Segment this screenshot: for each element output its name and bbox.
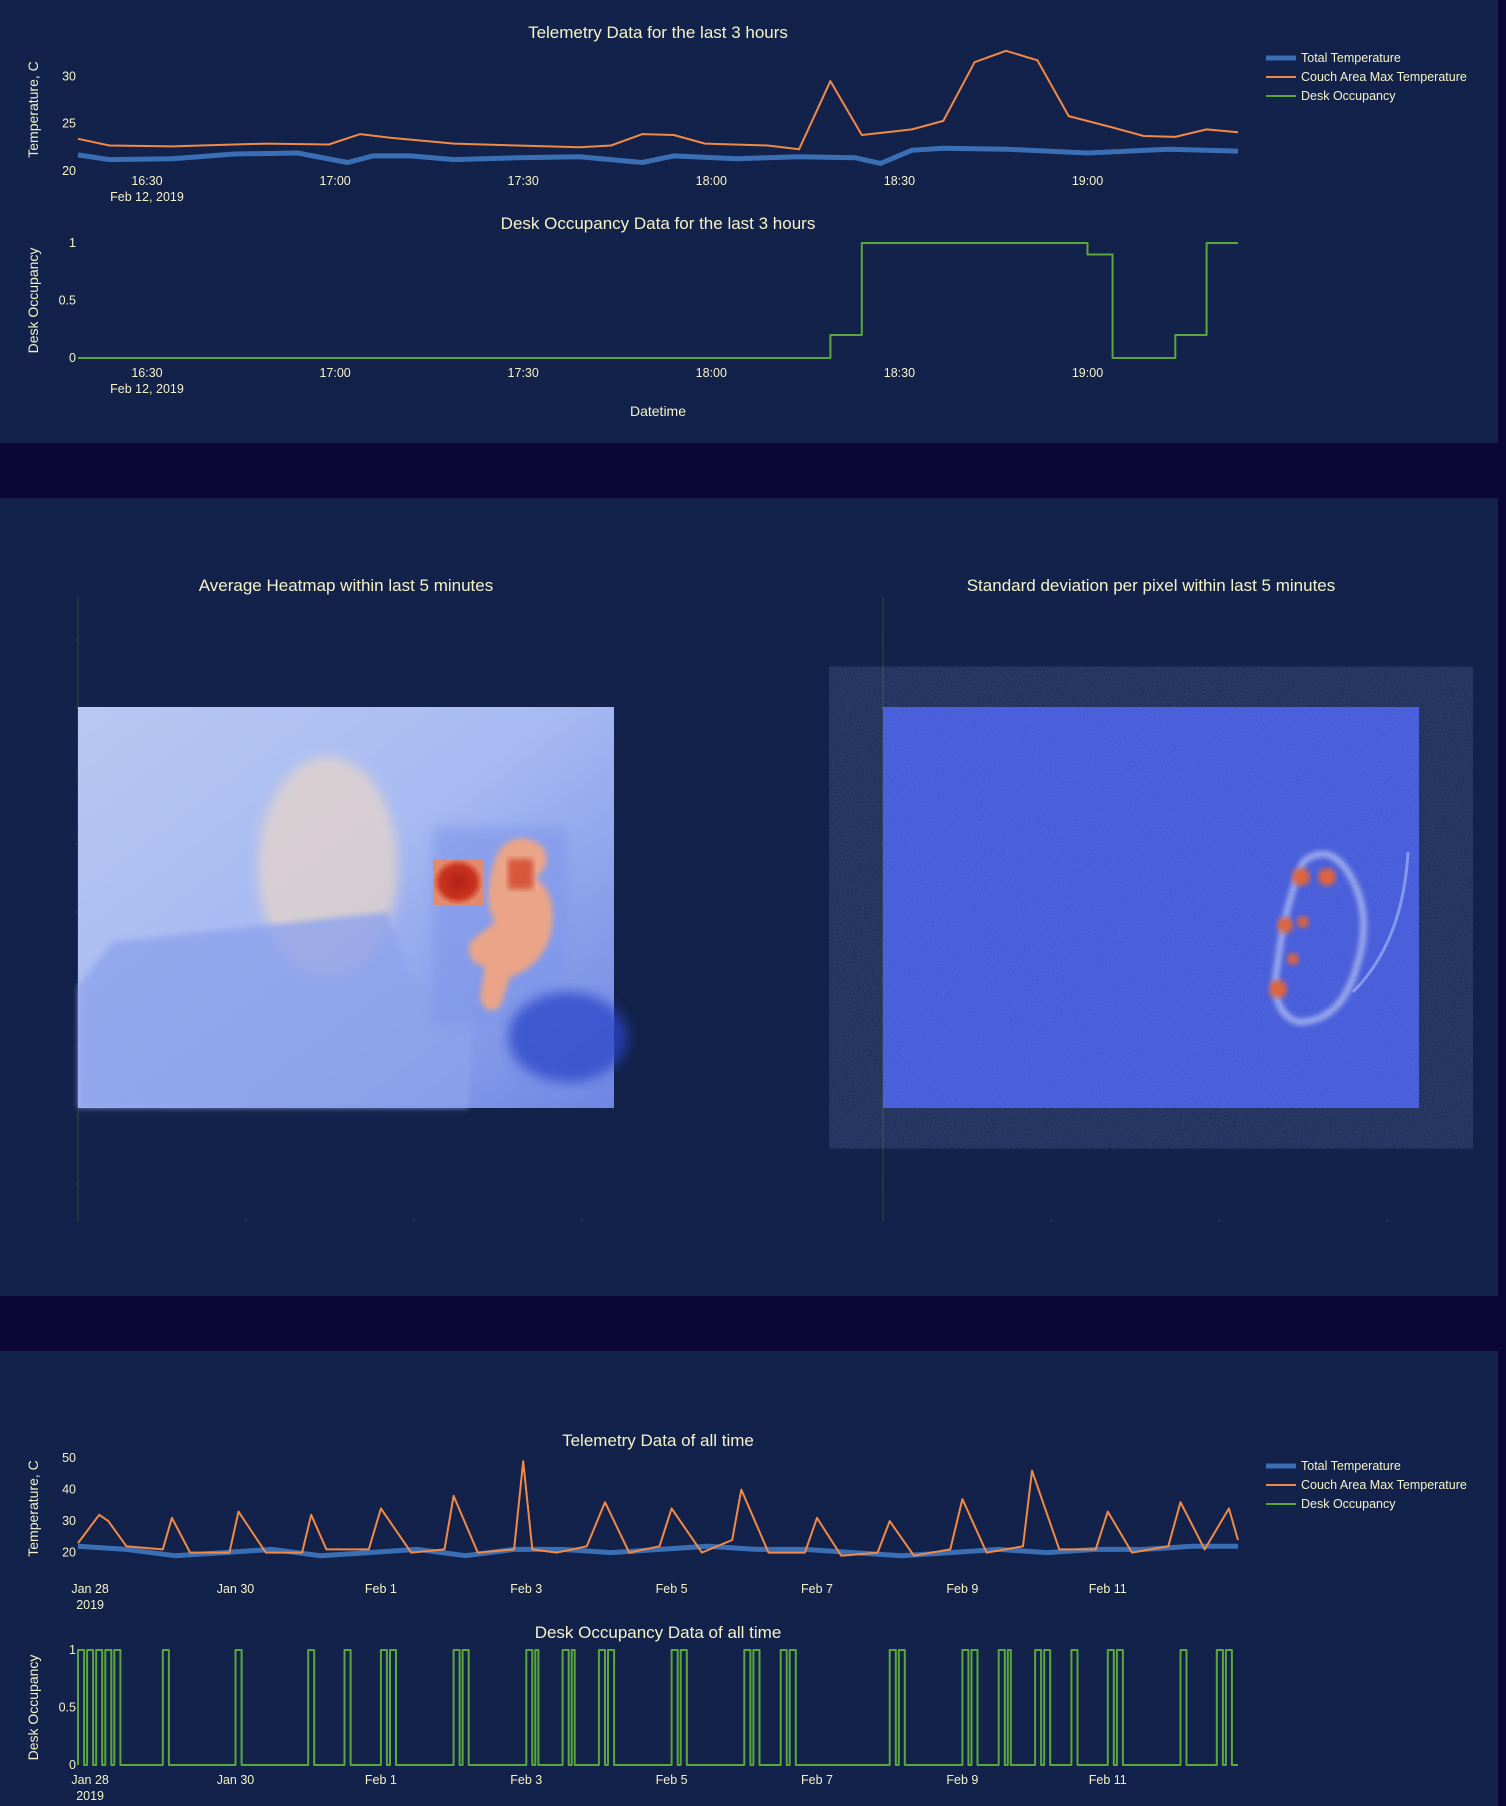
- y-tick-label: 50: [62, 1451, 76, 1465]
- x-tick-label: 16:30: [131, 174, 162, 188]
- x-tick-label: Feb 7: [801, 1773, 833, 1787]
- x-tick-label: Feb 5: [656, 1582, 688, 1596]
- y-tick-label: 1: [69, 236, 76, 250]
- x-tick-label: Feb 3: [510, 1582, 542, 1596]
- y-tick-label: 25: [62, 117, 76, 131]
- x-tick-label: 18:00: [696, 366, 727, 380]
- legend-item: Total Temperature: [1301, 51, 1401, 65]
- y-tick-label: 0: [69, 1758, 76, 1772]
- x-tick-label: Jan 28: [71, 1582, 109, 1596]
- legend-all-time: Total Temperature Couch Area Max Temperat…: [1266, 1459, 1467, 1511]
- heatmap-hot-monitor: [433, 859, 483, 905]
- y-tick-label: 1: [69, 1643, 76, 1657]
- chart-title: Average Heatmap within last 5 minutes: [199, 576, 494, 595]
- dashboard-canvas: Telemetry Data for the last 3 hours Tempe…: [25, 23, 1467, 1803]
- series-line-desk-occupancy: [78, 242, 1238, 359]
- series-line-total-temperature: [77, 1543, 1238, 1559]
- x-tick-sublabel: 2019: [76, 1598, 104, 1612]
- x-tick-label: Jan 30: [217, 1582, 255, 1596]
- heatmap-cold-corner: [508, 992, 628, 1082]
- x-tick-label: 16:30: [131, 366, 162, 380]
- x-axis-label: Datetime: [630, 403, 686, 419]
- chart-title: Desk Occupancy Data of all time: [535, 1623, 782, 1642]
- heatmap-hot-spot: [1318, 868, 1336, 886]
- avg_heatmap-chart: Average Heatmap within last 5 minutes: [76, 576, 628, 1222]
- x-tick-sublabel: Feb 12, 2019: [110, 382, 184, 396]
- x-tick-label: Feb 1: [365, 1773, 397, 1787]
- x-tick-label: Feb 11: [1089, 1773, 1127, 1787]
- x-tick-sublabel: 2019: [76, 1789, 104, 1803]
- telemetry_all-chart: Telemetry Data of all time Temperature, C…: [25, 1431, 1239, 1612]
- legend-item: Desk Occupancy: [1301, 1497, 1396, 1511]
- x-tick-label: Feb 7: [801, 1582, 833, 1596]
- telemetry_3h-chart: Telemetry Data for the last 3 hours Tempe…: [25, 23, 1239, 204]
- y-axis-label: Desk Occupancy: [25, 248, 41, 354]
- x-tick-label: 17:30: [508, 366, 539, 380]
- heatmap-hot-head: [508, 859, 533, 889]
- occupancy_3h-chart: Desk Occupancy Data for the last 3 hours…: [25, 214, 1238, 419]
- occupancy_all-chart: Desk Occupancy Data of all time Desk Occu…: [25, 1623, 1238, 1803]
- series-line-total-temperature: [77, 145, 1239, 166]
- legend-item: Total Temperature: [1301, 1459, 1401, 1473]
- x-tick-sublabel: Feb 12, 2019: [110, 190, 184, 204]
- heatmap-hot-spot: [1292, 868, 1310, 886]
- heatmap-hot-spot: [1297, 916, 1309, 928]
- y-axis-label: Temperature, C: [25, 1460, 41, 1556]
- x-tick-label: 18:30: [884, 174, 915, 188]
- x-tick-label: 17:30: [508, 174, 539, 188]
- y-tick-label: 30: [62, 69, 76, 83]
- legend-item: Couch Area Max Temperature: [1301, 70, 1467, 84]
- y-tick-label: 20: [62, 164, 76, 178]
- x-tick-label: Jan 30: [217, 1773, 255, 1787]
- x-tick-label: 19:00: [1072, 366, 1103, 380]
- y-tick-label: 20: [62, 1546, 76, 1560]
- y-tick-label: 40: [62, 1483, 76, 1497]
- x-tick-label: Feb 3: [510, 1773, 542, 1787]
- x-tick-label: Jan 28: [71, 1773, 109, 1787]
- x-tick-label: Feb 5: [656, 1773, 688, 1787]
- y-tick-label: 0.5: [59, 294, 76, 308]
- legend-recent: Total Temperature Couch Area Max Temperat…: [1266, 51, 1467, 103]
- series-line-desk-occupancy: [77, 1649, 1238, 1766]
- chart-title: Desk Occupancy Data for the last 3 hours: [501, 214, 816, 233]
- y-tick-label: 30: [62, 1514, 76, 1528]
- x-tick-label: Feb 9: [946, 1582, 978, 1596]
- x-tick-label: 18:00: [696, 174, 727, 188]
- x-tick-label: 18:30: [884, 366, 915, 380]
- heatmap-hot-spot: [1287, 953, 1299, 965]
- series-line-couch-area-max-temperature: [77, 1460, 1239, 1557]
- legend-item: Desk Occupancy: [1301, 89, 1396, 103]
- x-tick-label: Feb 11: [1089, 1582, 1127, 1596]
- heatmap-hot-spot: [1277, 917, 1293, 933]
- heatmap-noise: [883, 707, 1419, 1108]
- y-tick-label: 0: [69, 351, 76, 365]
- y-axis-label: Temperature, C: [25, 61, 41, 157]
- x-tick-label: Feb 1: [365, 1582, 397, 1596]
- chart-title: Telemetry Data of all time: [562, 1431, 754, 1450]
- heatmap-hot-spot: [1269, 980, 1287, 998]
- legend-item: Couch Area Max Temperature: [1301, 1478, 1467, 1492]
- x-tick-label: 17:00: [319, 366, 350, 380]
- y-tick-label: 0.5: [59, 1701, 76, 1715]
- y-axis-label: Desk Occupancy: [25, 1655, 41, 1761]
- x-tick-label: Feb 9: [946, 1773, 978, 1787]
- chart-title: Standard deviation per pixel within last…: [967, 576, 1336, 595]
- x-tick-label: 19:00: [1072, 174, 1103, 188]
- series-line-couch-area-max-temperature: [77, 49, 1239, 151]
- chart-title: Telemetry Data for the last 3 hours: [528, 23, 788, 42]
- x-tick-label: 17:00: [319, 174, 350, 188]
- std_heatmap-chart: Standard deviation per pixel within last…: [881, 576, 1419, 1222]
